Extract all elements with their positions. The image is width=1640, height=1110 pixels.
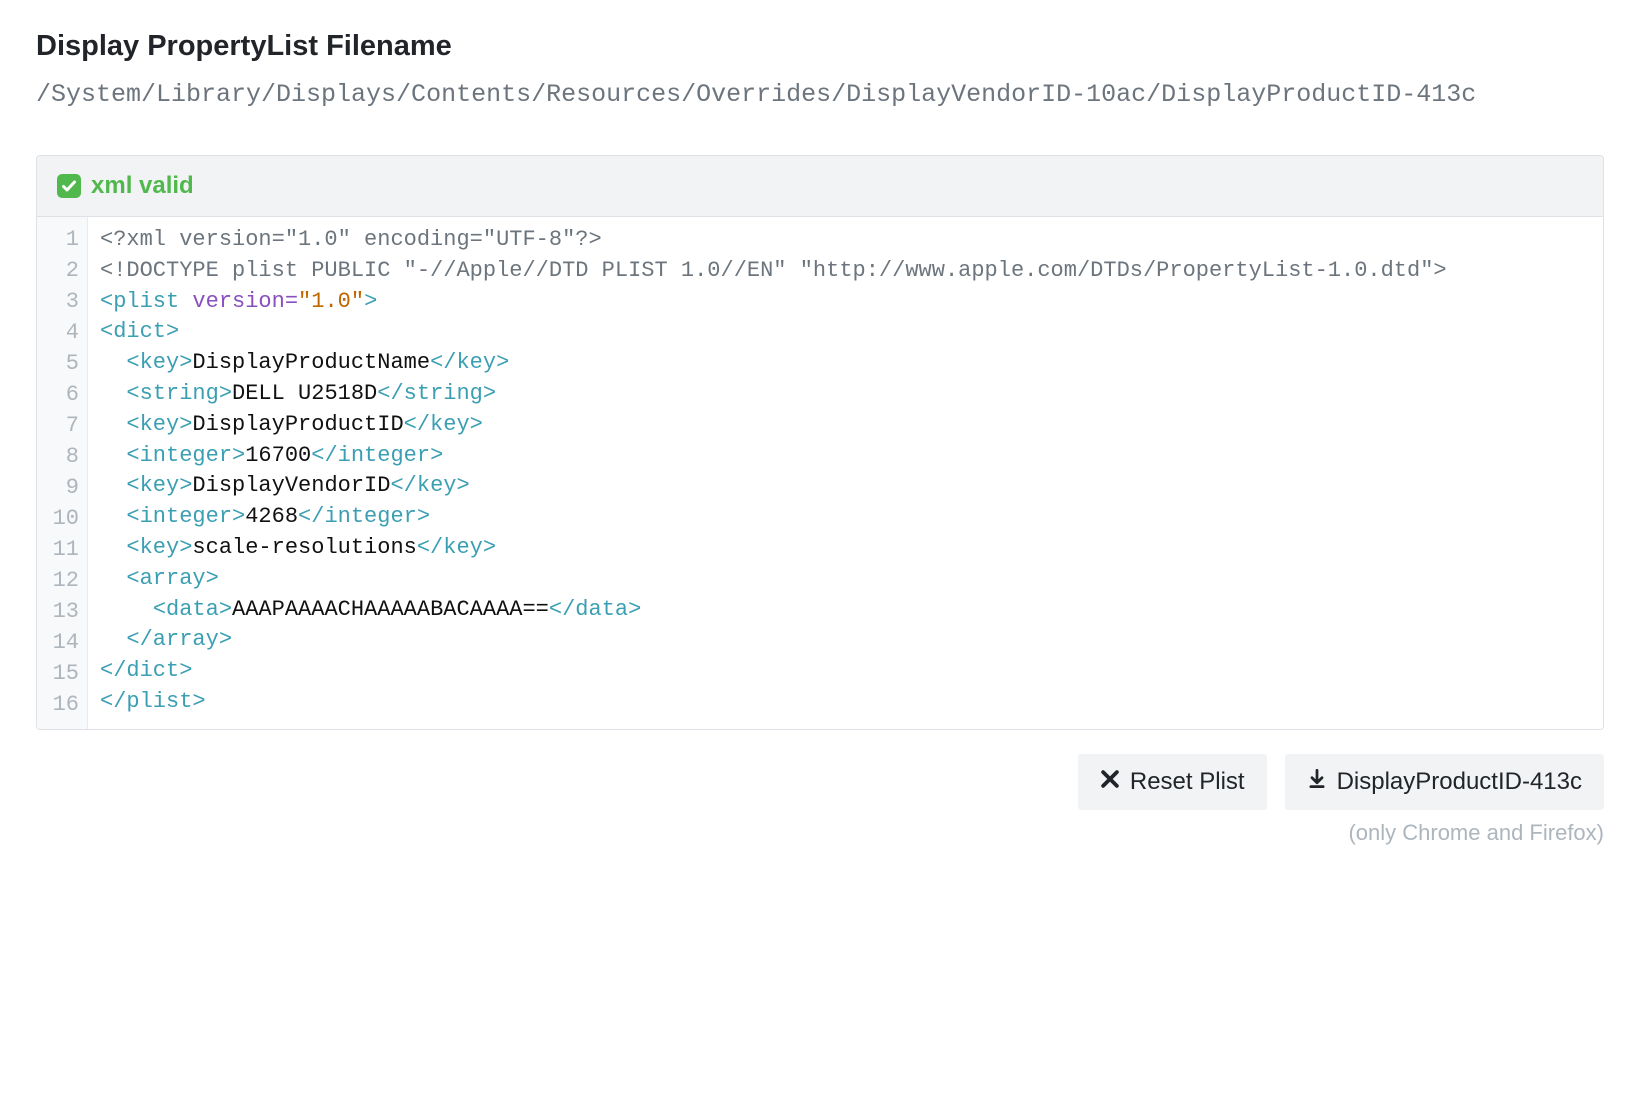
code-line[interactable]: <key>DisplayVendorID</key> <box>100 471 1591 502</box>
download-button[interactable]: DisplayProductID-413c <box>1285 754 1604 810</box>
download-button-label: DisplayProductID-413c <box>1337 768 1582 796</box>
reset-button-label: Reset Plist <box>1130 768 1245 796</box>
code-line[interactable]: <plist version="1.0"> <box>100 287 1591 318</box>
line-number: 12 <box>51 566 79 597</box>
code-line[interactable]: </dict> <box>100 656 1591 687</box>
code-line[interactable]: <?xml version="1.0" encoding="UTF-8"?> <box>100 225 1591 256</box>
line-number: 9 <box>51 473 79 504</box>
line-number: 4 <box>51 318 79 349</box>
code-line[interactable]: </plist> <box>100 687 1591 718</box>
code-line[interactable]: <integer>4268</integer> <box>100 502 1591 533</box>
action-bar: Reset Plist DisplayProductID-413c <box>36 754 1604 810</box>
line-number: 11 <box>51 535 79 566</box>
code-line[interactable]: <key>DisplayProductName</key> <box>100 348 1591 379</box>
line-number: 16 <box>51 690 79 721</box>
code-content[interactable]: <?xml version="1.0" encoding="UTF-8"?><!… <box>88 217 1603 729</box>
file-path: /System/Library/Displays/Contents/Resour… <box>36 75 1604 115</box>
browser-note: (only Chrome and Firefox) <box>36 820 1604 846</box>
status-bar: xml valid <box>37 156 1603 217</box>
code-line[interactable]: <key>scale-resolutions</key> <box>100 533 1591 564</box>
line-number: 3 <box>51 287 79 318</box>
line-number: 7 <box>51 411 79 442</box>
code-line[interactable]: <key>DisplayProductID</key> <box>100 410 1591 441</box>
reset-button[interactable]: Reset Plist <box>1078 754 1267 810</box>
line-number: 10 <box>51 504 79 535</box>
check-icon <box>57 174 81 198</box>
close-icon <box>1100 768 1120 796</box>
line-number: 1 <box>51 225 79 256</box>
line-number: 14 <box>51 628 79 659</box>
code-line[interactable]: <integer>16700</integer> <box>100 441 1591 472</box>
code-line[interactable]: <array> <box>100 564 1591 595</box>
line-number: 2 <box>51 256 79 287</box>
line-gutter: 12345678910111213141516 <box>37 217 88 729</box>
code-line[interactable]: <!DOCTYPE plist PUBLIC "-//Apple//DTD PL… <box>100 256 1591 287</box>
code-line[interactable]: <string>DELL U2518D</string> <box>100 379 1591 410</box>
page-title: Display PropertyList Filename <box>36 30 1604 63</box>
code-line[interactable]: </array> <box>100 625 1591 656</box>
line-number: 5 <box>51 349 79 380</box>
code-line[interactable]: <dict> <box>100 317 1591 348</box>
code-line[interactable]: <data>AAAPAAAACHAAAAABACAAAA==</data> <box>100 595 1591 626</box>
line-number: 15 <box>51 659 79 690</box>
line-number: 13 <box>51 597 79 628</box>
download-icon <box>1307 768 1327 796</box>
status-text: xml valid <box>91 172 194 200</box>
code-editor[interactable]: 12345678910111213141516 <?xml version="1… <box>37 217 1603 729</box>
line-number: 6 <box>51 380 79 411</box>
line-number: 8 <box>51 442 79 473</box>
editor-panel: xml valid 12345678910111213141516 <?xml … <box>36 155 1604 730</box>
